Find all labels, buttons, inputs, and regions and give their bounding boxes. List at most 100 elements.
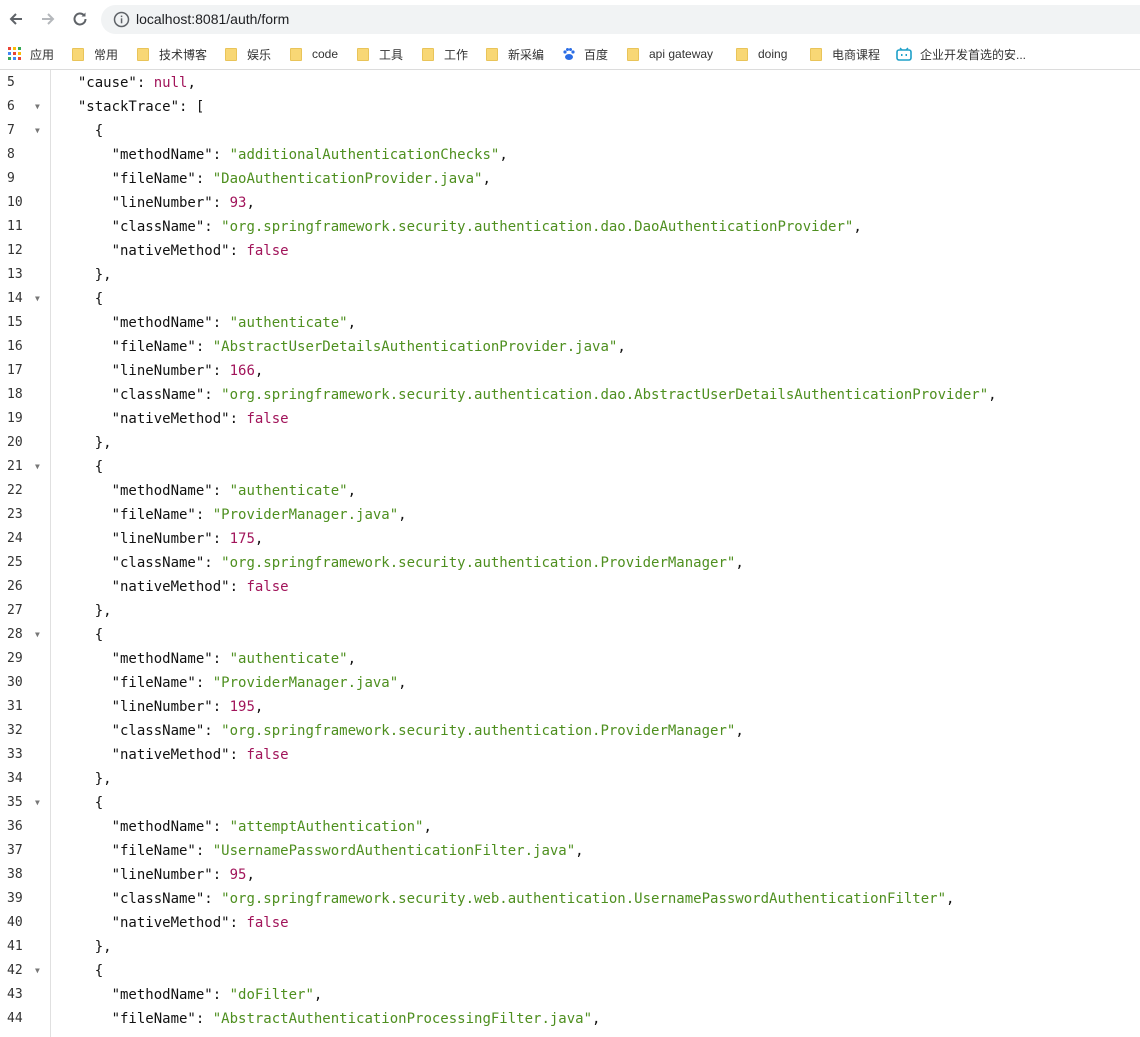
code-line: 9 "fileName": "DaoAuthenticationProvider…: [0, 167, 1140, 191]
json-punctuation: ,: [246, 867, 255, 883]
bookmark-label: api gateway: [649, 47, 714, 61]
code-content: "cause": null,: [61, 71, 196, 95]
folder-icon: [137, 47, 149, 61]
code-line: 33 "nativeMethod": false: [0, 743, 1140, 767]
json-key: "lineNumber": [111, 531, 213, 547]
line-number: 34: [7, 771, 23, 786]
json-punctuation: ,: [423, 819, 432, 835]
url-text[interactable]: localhost:8081/auth/form: [136, 11, 289, 28]
line-number: 41: [7, 939, 23, 954]
bookmark-item[interactable]: 工作: [422, 39, 468, 69]
json-punctuation: ,: [735, 723, 744, 739]
code-content: {: [61, 287, 103, 311]
line-number: 43: [7, 987, 23, 1002]
fold-toggle-icon[interactable]: ▼: [35, 791, 45, 815]
json-key: "methodName": [111, 483, 213, 499]
json-string: "ProviderManager.java": [212, 507, 399, 523]
bilibili-tv-icon: [896, 47, 912, 61]
json-literal: false: [246, 411, 289, 427]
bookmark-label: 工作: [444, 47, 469, 62]
json-punctuation: :: [212, 195, 230, 211]
fold-toggle-icon[interactable]: ▼: [35, 623, 45, 647]
fold-toggle-icon[interactable]: ▼: [35, 287, 45, 311]
line-number: 24: [7, 531, 23, 546]
json-number: 195: [229, 699, 255, 715]
bookmark-item[interactable]: 应用: [8, 39, 54, 69]
line-number: 20: [7, 435, 23, 450]
bookmark-item[interactable]: code: [290, 39, 338, 69]
bookmark-label: 技术博客: [159, 47, 208, 62]
back-button[interactable]: [5, 8, 27, 30]
json-string: "org.springframework.security.authentica…: [221, 219, 854, 235]
json-punctuation: :: [212, 483, 230, 499]
bookmark-item[interactable]: 技术博客: [137, 39, 207, 69]
line-number: 12: [7, 243, 23, 258]
json-punctuation: ,: [735, 555, 744, 571]
reload-button[interactable]: [69, 8, 91, 30]
code-line: 31 "lineNumber": 195,: [0, 695, 1140, 719]
code-content: "lineNumber": 195,: [61, 695, 264, 719]
json-key: "fileName": [111, 171, 196, 187]
code-content: },: [61, 767, 112, 791]
json-punctuation: ,: [575, 843, 584, 859]
code-line: 32 "className": "org.springframework.sec…: [0, 719, 1140, 743]
json-punctuation: ,: [853, 219, 862, 235]
fold-toggle-icon[interactable]: ▼: [35, 95, 45, 119]
bookmark-item[interactable]: api gateway: [627, 39, 713, 69]
fold-toggle-icon[interactable]: ▼: [35, 455, 45, 479]
bookmark-item[interactable]: 工具: [357, 39, 403, 69]
bookmark-item[interactable]: 企业开发首选的安...: [896, 39, 1026, 69]
json-punctuation: ,: [988, 387, 997, 403]
json-literal: null: [153, 75, 188, 91]
code-content: {: [61, 119, 103, 143]
json-punctuation: {: [94, 459, 104, 475]
code-content: },: [61, 263, 112, 287]
bookmark-label: 工具: [379, 47, 404, 62]
json-string: "org.springframework.security.authentica…: [221, 555, 736, 571]
json-punctuation: },: [94, 435, 112, 451]
json-number: 93: [229, 195, 247, 211]
json-punctuation: :: [212, 867, 230, 883]
fold-toggle-icon[interactable]: ▼: [35, 959, 45, 983]
code-content: "lineNumber": 93,: [61, 191, 255, 215]
json-viewer: 5 "cause": null, 6 ▼ "stackTrace": [7 ▼ {8 …: [0, 70, 1140, 1037]
bookmark-item[interactable]: 娱乐: [225, 39, 271, 69]
bookmark-item[interactable]: 常用: [72, 39, 118, 69]
code-line: 24 "lineNumber": 175,: [0, 527, 1140, 551]
json-punctuation: :: [195, 675, 213, 691]
code-content: "fileName": "AbstractUserDetailsAuthenti…: [61, 335, 626, 359]
code-content: "methodName": "attemptAuthentication",: [61, 815, 432, 839]
bookmark-item[interactable]: 百度: [562, 39, 608, 69]
line-number: 21: [7, 459, 23, 474]
baidu-paw-icon: [563, 48, 575, 60]
fold-toggle-icon[interactable]: ▼: [35, 119, 45, 143]
code-line: 30 "fileName": "ProviderManager.java",: [0, 671, 1140, 695]
address-bar[interactable]: localhost:8081/auth/form: [101, 5, 1140, 34]
code-content: "methodName": "authenticate",: [61, 311, 356, 335]
bookmark-item[interactable]: 电商课程: [810, 39, 880, 69]
json-key: "lineNumber": [111, 699, 213, 715]
code-content: "stackTrace": [: [61, 95, 204, 119]
json-literal: false: [246, 243, 289, 259]
json-punctuation: {: [94, 795, 104, 811]
line-number: 44: [7, 1011, 23, 1026]
json-literal: false: [246, 747, 289, 763]
code-line: 44 "fileName": "AbstractAuthenticationPr…: [0, 1007, 1140, 1031]
json-string: "attemptAuthentication": [229, 819, 424, 835]
json-key: "nativeMethod": [111, 915, 230, 931]
bookmark-label: doing: [758, 47, 788, 61]
bookmark-item[interactable]: 新采编: [486, 39, 544, 69]
code-content: "className": "org.springframework.securi…: [61, 551, 744, 575]
forward-button[interactable]: [37, 8, 59, 30]
bookmark-item[interactable]: doing: [736, 39, 787, 69]
info-icon[interactable]: [113, 11, 130, 28]
code-line: 23 "fileName": "ProviderManager.java",: [0, 503, 1140, 527]
